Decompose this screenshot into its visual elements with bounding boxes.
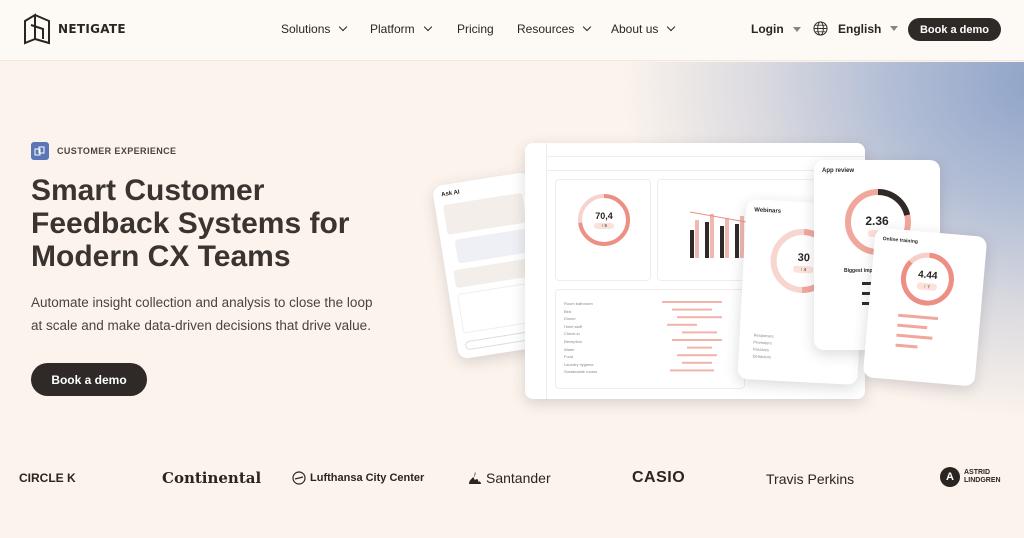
circle-k-logo: CIRCLE K: [19, 471, 76, 485]
headline-line-3: Modern CX Teams: [31, 240, 291, 273]
topic-label: Food: [564, 354, 574, 360]
chevron-down-icon: [423, 22, 432, 32]
subtext-line-1: Automate insight collection and analysis…: [31, 295, 373, 310]
badge-label: CUSTOMER EXPERIENCE: [57, 146, 177, 156]
continental-logo: Continental: [162, 469, 261, 487]
training-bar: [897, 323, 928, 330]
continental-text: Continental: [162, 469, 262, 487]
astrid-text-1: ASTRID: [964, 469, 991, 476]
astrid-lindgren-logo: A ASTRID LINDGREN: [940, 467, 1001, 487]
santander-logo: Santander: [468, 470, 551, 486]
hero-headline: Smart Customer Feedback Systems for Mode…: [31, 174, 431, 273]
headline-line-2: Feedback Systems for: [31, 207, 350, 240]
ai-message-bubble: [454, 228, 532, 264]
circle-k-text: CIRCLE K: [19, 471, 76, 485]
hero-subtext: Automate insight collection and analysis…: [31, 291, 411, 337]
netigate-logo[interactable]: NETIGATE: [22, 12, 126, 46]
topic-label: Dinner: [564, 316, 576, 322]
nav-solutions[interactable]: Solutions: [281, 22, 348, 36]
nav-platform-label: Platform: [370, 22, 415, 36]
topic-label: Check-in: [564, 331, 580, 337]
online-training-title: Online training: [882, 236, 919, 246]
chevron-down-icon: [339, 22, 348, 32]
app-review-title: App review: [822, 168, 855, 174]
globe-icon: [813, 21, 828, 36]
header-book-demo-button[interactable]: Book a demo: [908, 18, 1001, 41]
nps-value: 70,4: [595, 211, 613, 221]
topic-label: Reception: [564, 338, 583, 344]
topic-list: Room bathroom Bed Dinner Hotel staff Che…: [564, 300, 597, 376]
webinars-stats: Responses Promoters Passives Detractors: [752, 332, 773, 361]
topic-label: Laundry hygiene: [564, 361, 594, 367]
ai-message-bubble: [442, 192, 527, 235]
chevron-down-icon: [583, 22, 592, 32]
subtext-line-2: at scale and make data-driven decisions …: [31, 318, 371, 333]
webinars-title: Webinars: [754, 207, 782, 215]
nps-delta: ↑ 6: [594, 223, 614, 229]
stat-label: Detractors: [752, 353, 772, 360]
language-label: English: [838, 21, 882, 36]
login-menu[interactable]: Login: [751, 22, 801, 36]
topic-label: Sustainable rooms: [564, 369, 598, 375]
astrid-lindgren-icon: A: [940, 467, 960, 487]
travis-perkins-logo: Travis Perkins: [766, 471, 854, 487]
nav-platform[interactable]: Platform: [370, 22, 432, 36]
online-training-card: Online training 4.44 ↑ 7: [862, 227, 988, 387]
santander-flame-icon: [469, 472, 481, 484]
caret-down-icon: [792, 26, 801, 32]
travis-perkins-text: Travis Perkins: [766, 471, 855, 487]
cx-category-icon: [31, 142, 49, 160]
astrid-text-2: LINDGREN: [964, 477, 1001, 484]
nav-about-us-label: About us: [611, 22, 659, 36]
logo-text: NETIGATE: [58, 22, 126, 36]
training-bar: [895, 343, 918, 349]
app-review-value: 2.36: [865, 214, 889, 228]
dashboard-topbar: [547, 143, 865, 157]
topic-label: Hotel staff: [564, 323, 582, 329]
customer-logos: CIRCLE K Continental Lufthansa City Cent…: [0, 462, 1024, 498]
nav-about-us[interactable]: About us: [611, 22, 676, 36]
training-bar: [898, 313, 939, 321]
chevron-down-icon: [667, 22, 676, 32]
lufthansa-text: Lufthansa City Center: [310, 472, 425, 484]
lufthansa-logo: Lufthansa City Center: [292, 471, 424, 485]
nav-pricing-label: Pricing: [457, 22, 494, 36]
topic-label: Bed: [564, 308, 572, 314]
hero-book-demo-button[interactable]: Book a demo: [31, 363, 147, 396]
training-bar: [896, 333, 933, 340]
casio-logo: CASIO: [632, 469, 685, 487]
language-selector[interactable]: English: [813, 21, 899, 36]
topic-label: Room bathroom: [564, 301, 593, 306]
netigate-logo-icon: [24, 13, 50, 45]
lufthansa-crane-icon: [292, 471, 306, 485]
login-label: Login: [751, 22, 784, 36]
nav-pricing[interactable]: Pricing: [457, 22, 494, 36]
nav-solutions-label: Solutions: [281, 22, 331, 36]
topic-label: Water: [564, 346, 575, 352]
dashboard-sidebar: [525, 143, 547, 399]
ask-ai-title: Ask AI: [440, 189, 461, 199]
nps-panel: 70,4 ↑ 6: [555, 179, 651, 281]
topic-panel: Room bathroom Bed Dinner Hotel staff Che…: [555, 289, 745, 389]
santander-text: Santander: [486, 470, 551, 486]
category-badge: CUSTOMER EXPERIENCE: [31, 142, 176, 160]
nav-resources[interactable]: Resources: [517, 22, 592, 36]
casio-text: CASIO: [632, 469, 686, 486]
nav-resources-label: Resources: [517, 22, 575, 36]
caret-down-icon: [890, 26, 899, 31]
headline-line-1: Smart Customer: [31, 174, 265, 207]
topic-bars: [662, 301, 722, 372]
site-header: NETIGATE Solutions Platform Pricing Reso…: [0, 0, 1024, 61]
webinars-delta: ↑ 4: [793, 265, 814, 274]
